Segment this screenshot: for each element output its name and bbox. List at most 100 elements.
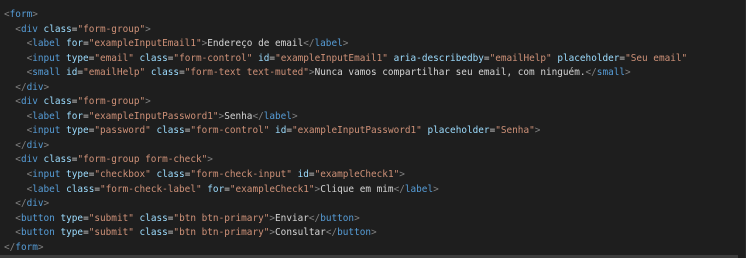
code-token-tag-name: input xyxy=(32,169,61,181)
code-token-attribute-value: "email" xyxy=(94,52,134,64)
code-token-tag-bracket: > xyxy=(371,227,377,239)
code-token-tag-bracket: > xyxy=(32,9,38,20)
code-token-attribute-name: id xyxy=(275,125,287,137)
code-token-tag-bracket: </ xyxy=(308,212,321,224)
code-token-tag-bracket: </ xyxy=(585,67,597,79)
code-token-attribute-name: id xyxy=(297,169,309,181)
code-token-tag-bracket: > xyxy=(37,241,44,253)
code-token-attribute-value: "password" xyxy=(94,125,151,137)
code-token-text-content: Enviar xyxy=(275,212,309,224)
code-token-attribute-name: for xyxy=(66,110,84,122)
code-token-text-content: Endereço de email xyxy=(207,38,304,50)
code-line: <input type="checkbox" class="form-check… xyxy=(4,168,687,183)
code-token-attribute-name: class xyxy=(150,67,180,79)
code-token-tag-name: label xyxy=(314,38,343,50)
code-token-tag-name: button xyxy=(20,227,55,239)
code-token-tag-name: form xyxy=(9,9,33,20)
code-token-tag-name: div xyxy=(26,139,44,151)
code-token-tag-name: label xyxy=(32,110,61,122)
code-token-attribute-name: id xyxy=(66,67,78,79)
code-token-tag-bracket: > xyxy=(291,110,298,122)
code-token-tag-bracket: </ xyxy=(4,241,16,253)
horizontal-scrollbar[interactable] xyxy=(0,254,745,258)
horizontal-scrollbar-thumb[interactable] xyxy=(0,255,738,258)
code-token-tag-name: form xyxy=(15,241,38,253)
code-view[interactable]: <form> <div class="form-group"> <label f… xyxy=(4,8,687,255)
code-token-attribute-name: placeholder xyxy=(427,125,490,137)
code-token-attribute-name: for xyxy=(207,183,225,195)
code-token-tag-name: label xyxy=(32,183,61,195)
code-token-tag-bracket: </ xyxy=(15,139,27,151)
code-token-attribute-value: "emailHelp" xyxy=(489,52,552,64)
code-line: <label class="form-check-label" for="exa… xyxy=(4,183,687,198)
code-line: <small id="emailHelp" class="form-text t… xyxy=(4,66,687,81)
code-token-tag-name: button xyxy=(20,212,55,224)
code-token-attribute-value: "exampleCheck1" xyxy=(229,183,315,195)
code-token-attribute-name: aria-describedby xyxy=(393,52,484,64)
code-line: <form> xyxy=(4,8,687,23)
code-line: </div> xyxy=(4,81,687,96)
code-line: </div> xyxy=(4,197,687,212)
code-token-attribute-value: "form-text text-muted" xyxy=(184,67,309,79)
code-token-tag-bracket: > xyxy=(433,183,439,195)
code-line: <input type="password" class="form-contr… xyxy=(4,124,687,139)
code-token-attribute-value: "exampleCheck1" xyxy=(314,169,400,181)
code-line: <button type="submit" class="btn btn-pri… xyxy=(4,226,687,241)
code-token-attribute-name: type xyxy=(60,227,84,239)
code-token-tag-bracket: </ xyxy=(15,198,27,210)
code-token-text-content: Consultar xyxy=(275,227,326,239)
code-token-attribute-name: class xyxy=(139,212,168,224)
code-token-attribute-value: "btn btn-primary" xyxy=(173,227,270,239)
code-token-attribute-value: "Seu email" xyxy=(625,52,688,64)
code-token-attribute-name: type xyxy=(66,125,89,137)
code-token-attribute-name: type xyxy=(66,52,89,64)
code-token-tag-name: div xyxy=(20,154,38,166)
code-token-attribute-value: "btn btn-primary" xyxy=(173,212,270,224)
code-token-attribute-name: placeholder xyxy=(557,52,620,64)
code-token-attribute-value: "form-group" xyxy=(77,23,146,35)
code-line: <input type="email" class="form-control"… xyxy=(4,52,688,67)
code-line: <button type="submit" class="btn btn-pri… xyxy=(4,212,687,227)
code-token-attribute-value: "exampleInputEmail1" xyxy=(275,52,388,64)
code-token-attribute-name: class xyxy=(43,96,72,108)
code-token-tag-name: label xyxy=(404,183,434,195)
code-token-attribute-name: class xyxy=(66,183,95,195)
code-token-attribute-value: "form-check-label" xyxy=(100,183,202,195)
code-line: </div> xyxy=(4,139,687,154)
code-token-attribute-value: "form-group form-check" xyxy=(77,154,208,166)
code-token-tag-name: button xyxy=(337,227,372,239)
code-token-tag-name: small xyxy=(32,67,61,79)
code-token-tag-bracket: > xyxy=(145,96,151,108)
code-token-tag-name: input xyxy=(32,52,61,64)
code-token-tag-name: button xyxy=(320,212,355,224)
code-token-attribute-value: "exampleInputPassword1" xyxy=(88,110,219,122)
code-token-tag-bracket: </ xyxy=(393,183,405,195)
code-line: <label for="exampleInputPassword1">Senha… xyxy=(4,110,687,125)
code-token-attribute-name: type xyxy=(66,169,89,181)
code-token-tag-name: input xyxy=(32,125,61,137)
code-token-attribute-value: "exampleInputEmail1" xyxy=(88,38,202,50)
code-token-attribute-value: "form-check-input" xyxy=(190,169,292,181)
code-token-attribute-name: class xyxy=(139,227,168,239)
code-token-tag-name: label xyxy=(32,38,61,50)
code-token-tag-bracket: </ xyxy=(15,81,27,93)
code-token-tag-bracket: > xyxy=(399,169,405,181)
code-token-text-content: Nunca vamos compartilhar seu email, com … xyxy=(314,67,586,79)
code-editor[interactable]: <form> <div class="form-group"> <label f… xyxy=(0,0,746,258)
code-token-tag-bracket: > xyxy=(625,67,631,79)
code-token-attribute-name: for xyxy=(66,38,84,50)
code-token-tag-bracket: > xyxy=(354,212,360,224)
code-token-tag-name: div xyxy=(20,23,38,35)
code-token-attribute-name: type xyxy=(60,212,84,224)
code-token-tag-bracket: > xyxy=(534,125,541,137)
